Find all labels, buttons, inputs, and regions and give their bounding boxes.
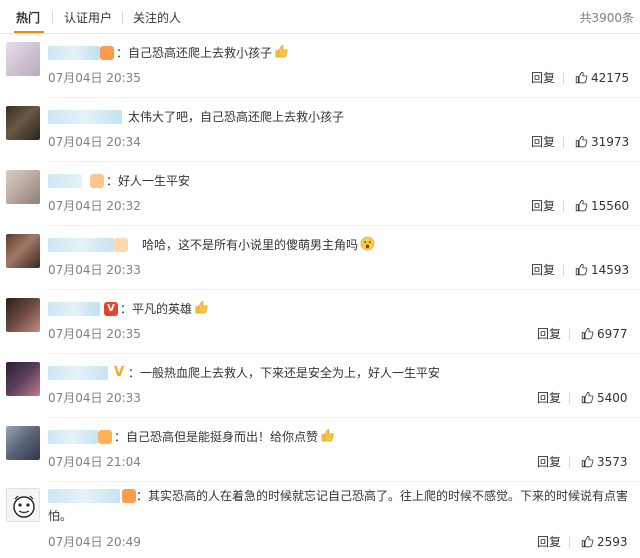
comment-time: 07月04日 21:04 (48, 455, 141, 469)
comment-time: 07月04日 20:32 (48, 199, 141, 213)
avatar[interactable] (6, 106, 40, 140)
comment-text: ：自己恐高但是能挺身而出！给你点赞 (114, 427, 335, 447)
like-button[interactable]: 14593 (575, 262, 629, 278)
comment-item: V ：一般热血爬上去救人，下来还是安全为上，好人一生平安 07月04日 20:3… (0, 354, 640, 418)
comment-time: 07月04日 20:35 (48, 71, 141, 85)
verified-badge: V (113, 365, 125, 380)
divider (563, 136, 564, 148)
reply-button[interactable]: 回复 (537, 454, 561, 470)
reply-button[interactable]: 回复 (531, 262, 555, 278)
active-tab-indicator (14, 31, 44, 33)
thumbs-up-icon (195, 301, 208, 314)
reply-button[interactable]: 回复 (531, 198, 555, 214)
thumbs-up-icon (275, 45, 288, 58)
cartoon-avatar-icon (13, 495, 35, 518)
tab-verified-users[interactable]: 认证用户 (64, 10, 112, 26)
avatar[interactable] (6, 488, 40, 522)
comment-text: ：一般热血爬上去救人，下来还是安全为上，好人一生平安 (128, 366, 441, 380)
comment-text: ：其实恐高的人在着急的时候就忘记自己恐高了。往上爬的时候不感觉。下来的时候说有点… (48, 489, 629, 523)
like-button[interactable]: 2593 (581, 534, 628, 550)
reply-button[interactable]: 回复 (531, 134, 555, 150)
avatar[interactable] (6, 298, 40, 332)
comment-text: ：平凡的英雄 (120, 299, 209, 319)
divider (569, 456, 570, 468)
user-badge (90, 174, 104, 188)
comment-text: 哈哈，这不是所有小说里的傻萌男主角吗 (142, 235, 375, 255)
like-icon (581, 391, 594, 404)
reply-button[interactable]: 回复 (537, 390, 561, 406)
avatar[interactable] (6, 234, 40, 268)
avatar[interactable] (6, 362, 40, 396)
comment-item: ：其实恐高的人在着急的时候就忘记自己恐高了。往上爬的时候不感觉。下来的时候说有点… (0, 482, 640, 558)
like-button[interactable]: 3573 (581, 454, 628, 470)
username-blurred[interactable] (48, 174, 82, 188)
user-badge (114, 238, 128, 252)
comment-item: V ：平凡的英雄 07月04日 20:35 回复 6977 (0, 290, 640, 354)
like-icon (581, 535, 594, 548)
user-badge (98, 430, 112, 444)
thumbs-up-icon (321, 429, 334, 442)
comment-time: 07月04日 20:34 (48, 135, 141, 149)
like-icon (575, 199, 588, 212)
tab-hot[interactable]: 热门 (16, 10, 40, 26)
reply-button[interactable]: 回复 (531, 70, 555, 86)
divider (569, 328, 570, 340)
username-blurred[interactable] (48, 430, 98, 444)
username-blurred[interactable] (48, 302, 100, 316)
comment-tabs: 热门 认证用户 关注的人 共3900条 (0, 0, 640, 34)
comment-count: 共3900条 (579, 11, 634, 25)
like-button[interactable]: 15560 (575, 198, 629, 214)
like-button[interactable]: 42175 (575, 70, 629, 86)
username-blurred[interactable] (48, 110, 122, 124)
username-blurred[interactable] (48, 238, 114, 252)
avatar[interactable] (6, 426, 40, 460)
surprised-face-icon (360, 236, 375, 251)
divider (563, 72, 564, 84)
like-button[interactable]: 5400 (581, 390, 628, 406)
comment-item: ：自己恐高还爬上去救小孩子 07月04日 20:35 回复 42175 (0, 34, 640, 98)
like-button[interactable]: 6977 (581, 326, 628, 342)
like-button[interactable]: 31973 (575, 134, 629, 150)
user-badge: V (104, 302, 118, 316)
reply-button[interactable]: 回复 (537, 534, 561, 550)
like-icon (581, 327, 594, 340)
user-badge (100, 46, 114, 60)
comment-text: 太伟大了吧，自己恐高还爬上去救小孩子 (128, 110, 345, 124)
comment-time: 07月04日 20:35 (48, 327, 141, 341)
comment-item: ：好人一生平安 07月04日 20:32 回复 15560 (0, 162, 640, 226)
like-icon (575, 71, 588, 84)
like-icon (581, 455, 594, 468)
tab-following[interactable]: 关注的人 (133, 10, 181, 26)
like-icon (575, 135, 588, 148)
divider (569, 392, 570, 404)
reply-button[interactable]: 回复 (537, 326, 561, 342)
comment-item: ：自己恐高但是能挺身而出！给你点赞 07月04日 21:04 回复 3573 (0, 418, 640, 482)
divider (563, 200, 564, 212)
username-blurred[interactable] (48, 46, 100, 60)
comment-time: 07月04日 20:33 (48, 263, 141, 277)
avatar[interactable] (6, 42, 40, 76)
comment-text: ：自己恐高还爬上去救小孩子 (116, 43, 289, 63)
divider (569, 536, 570, 548)
like-icon (575, 263, 588, 276)
username-blurred[interactable] (48, 366, 108, 380)
comment-text: ：好人一生平安 (106, 174, 191, 188)
tab-separator (122, 11, 123, 24)
comment-time: 07月04日 20:33 (48, 391, 141, 405)
divider (563, 264, 564, 276)
comment-time: 07月04日 20:49 (48, 535, 141, 549)
comment-item: 太伟大了吧，自己恐高还爬上去救小孩子 07月04日 20:34 回复 31973 (0, 98, 640, 162)
tab-separator (52, 11, 53, 24)
avatar[interactable] (6, 170, 40, 204)
comment-item: 哈哈，这不是所有小说里的傻萌男主角吗 07月04日 20:33 回复 14593 (0, 226, 640, 290)
